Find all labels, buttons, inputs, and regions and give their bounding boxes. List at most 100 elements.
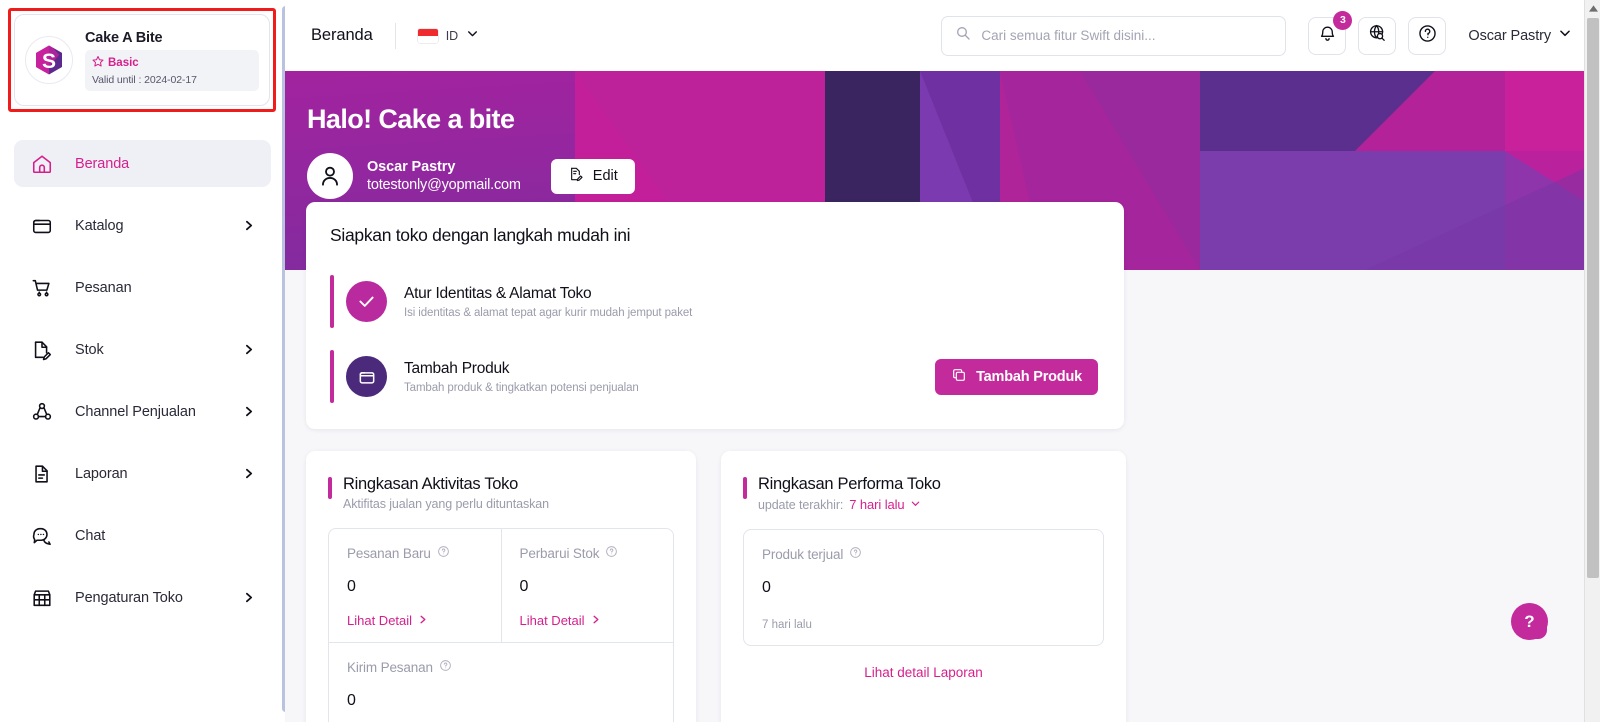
topbar-divider xyxy=(394,22,396,49)
help-fab-button[interactable]: ? xyxy=(1511,603,1548,640)
card-accent-bar xyxy=(743,477,747,499)
view-report-link[interactable]: Lihat detail Laporan xyxy=(743,665,1104,680)
edit-profile-button[interactable]: Edit xyxy=(550,158,635,194)
stat-label-text: Kirim Pesanan xyxy=(347,659,433,675)
sidebar-item-pengaturan-toko[interactable]: Pengaturan Toko xyxy=(14,574,271,621)
chevron-down-icon xyxy=(466,27,479,45)
home-icon xyxy=(28,153,56,175)
sidebar-item-label: Stok xyxy=(75,341,104,358)
sidebar-item-laporan[interactable]: Laporan xyxy=(14,450,271,497)
setup-step-identity[interactable]: Atur Identitas & Alamat Toko Isi identit… xyxy=(330,269,1100,334)
store-card[interactable]: S Cake A Bite Basic Valid until: 2024-0… xyxy=(14,14,270,106)
notifications-button[interactable]: 3 xyxy=(1308,10,1353,55)
info-icon[interactable] xyxy=(437,545,450,561)
hero-greeting: Halo! Cake a bite xyxy=(307,104,515,134)
performance-update-row: update terakhir: 7 hari lalu xyxy=(758,497,1104,512)
sidebar-item-pesanan[interactable]: Pesanan xyxy=(14,264,271,311)
setup-step-subtitle: Isi identitas & alamat tepat agar kurir … xyxy=(404,306,693,319)
sidebar-item-beranda[interactable]: Beranda xyxy=(14,140,271,187)
language-selector[interactable]: ID xyxy=(417,27,480,45)
store-card-highlight: S Cake A Bite Basic Valid until: 2024-0… xyxy=(8,8,276,112)
help-button[interactable] xyxy=(1408,16,1447,55)
info-icon[interactable] xyxy=(849,546,862,562)
card-accent-bar xyxy=(328,477,332,499)
globe-search-button[interactable] xyxy=(1358,16,1397,55)
content-area: Siapkan toko dengan langkah mudah ini At… xyxy=(285,202,1600,722)
sidebar-item-label: Pengaturan Toko xyxy=(75,589,183,606)
stat-label: Pesanan Baru xyxy=(347,545,483,561)
stat-label: Produk terjual xyxy=(762,546,1085,562)
copy-icon xyxy=(951,367,967,387)
setup-step-product[interactable]: Tambah Produk Tambah produk & tingkatkan… xyxy=(330,344,1100,409)
stat-produk-terjual: Produk terjual 0 7 hari lalu xyxy=(744,530,1103,645)
stat-detail-link-label: Lihat Detail xyxy=(519,613,585,628)
activity-summary-header: Ringkasan Aktivitas Toko Aktifitas juala… xyxy=(328,475,674,511)
chevron-down-icon xyxy=(1558,26,1572,45)
add-product-button[interactable]: Tambah Produk xyxy=(935,358,1098,395)
store-plan-valid: Valid until : 2024-02-17 xyxy=(92,73,197,86)
search-box[interactable] xyxy=(941,15,1287,56)
sidebar: S Cake A Bite Basic Valid until: 2024-0… xyxy=(0,0,289,722)
chevron-down-icon xyxy=(910,497,921,512)
search-input[interactable] xyxy=(981,28,1273,43)
activity-summary-title: Ringkasan Aktivitas Toko xyxy=(343,475,519,493)
language-code: ID xyxy=(445,28,459,43)
chevron-right-icon xyxy=(242,467,255,480)
stat-kirim-pesanan: Kirim Pesanan 0 xyxy=(329,643,673,722)
performance-stat-grid: Produk terjual 0 7 hari lalu xyxy=(743,529,1104,646)
sidebar-item-katalog[interactable]: Katalog xyxy=(14,202,271,249)
summary-cards-row: Ringkasan Aktivitas Toko Aktifitas juala… xyxy=(306,451,1600,722)
activity-stat-row: Pesanan Baru 0 Lihat Detail Perbarui Sto… xyxy=(329,529,673,642)
sidebar-item-chat[interactable]: Chat xyxy=(14,512,271,559)
setup-title: Siapkan toko dengan langkah mudah ini xyxy=(330,225,631,245)
stat-label-text: Perbarui Stok xyxy=(519,545,600,561)
stat-label: Perbarui Stok xyxy=(520,545,656,561)
notification-badge: 3 xyxy=(1333,10,1353,30)
sidebar-item-stok[interactable]: Stok xyxy=(14,326,271,373)
star-icon xyxy=(92,54,104,72)
question-circle-icon xyxy=(1417,23,1438,49)
hero-user-name: Oscar Pastry xyxy=(367,159,456,175)
hero-user-text: Oscar Pastry totestonly@yopmail.com xyxy=(367,159,521,193)
avatar xyxy=(307,153,353,199)
user-menu[interactable]: Oscar Pastry xyxy=(1468,26,1572,45)
hero-user-email: totestonly@yopmail.com xyxy=(367,177,521,193)
main-area: Beranda ID Cari semua fitur Swift disini… xyxy=(285,0,1600,722)
app-root: S Cake A Bite Basic Valid until: 2024-0… xyxy=(0,0,1600,722)
search-icon xyxy=(955,25,971,46)
add-product-button-label: Tambah Produk xyxy=(976,368,1082,385)
stat-detail-link[interactable]: Lihat Detail xyxy=(520,613,656,628)
scrollbar-thumb[interactable] xyxy=(1587,18,1599,578)
scroll-up-arrow-icon[interactable] xyxy=(1585,0,1600,17)
store-name: Cake A Bite xyxy=(85,29,163,46)
chevron-right-icon xyxy=(242,405,255,418)
store-logo-icon: S xyxy=(25,36,73,84)
topbar: Beranda ID Cari semua fitur Swift disini… xyxy=(285,0,1600,71)
edit-icon xyxy=(568,166,584,186)
share-nodes-icon xyxy=(28,401,56,423)
sidebar-item-label: Chat xyxy=(75,527,106,544)
globe-search-icon xyxy=(1367,23,1387,48)
sidebar-item-label: Beranda xyxy=(75,155,130,172)
sidebar-nav: Beranda Katalog Pesanan Stok Channel Pen… xyxy=(0,140,285,636)
chevron-right-icon xyxy=(242,219,255,232)
performance-period-dropdown[interactable]: 7 hari lalu xyxy=(849,497,920,512)
stat-label-text: Pesanan Baru xyxy=(347,545,431,561)
check-icon xyxy=(346,281,387,322)
stat-perbarui-stok: Perbarui Stok 0 Lihat Detail xyxy=(500,529,674,642)
setup-step-title: Atur Identitas & Alamat Toko xyxy=(404,284,592,302)
stat-detail-link[interactable]: Lihat Detail xyxy=(347,613,483,628)
stat-label-text: Produk terjual xyxy=(762,546,844,562)
sidebar-item-channel-penjualan[interactable]: Channel Penjualan xyxy=(14,388,271,435)
activity-stat-grid: Pesanan Baru 0 Lihat Detail Perbarui Sto… xyxy=(328,528,674,722)
performance-summary-card: Ringkasan Performa Toko update terakhir:… xyxy=(721,451,1126,722)
info-icon[interactable] xyxy=(605,545,618,561)
sidebar-item-label: Channel Penjualan xyxy=(75,403,196,420)
edit-button-label: Edit xyxy=(592,168,618,184)
browser-scrollbar[interactable] xyxy=(1584,0,1600,722)
info-icon[interactable] xyxy=(439,659,452,675)
stat-value: 0 xyxy=(347,692,356,709)
store-info: Cake A Bite Basic Valid until : 2024-02-… xyxy=(85,30,259,91)
sidebar-item-label: Laporan xyxy=(75,465,128,482)
stat-value: 0 xyxy=(519,578,529,595)
